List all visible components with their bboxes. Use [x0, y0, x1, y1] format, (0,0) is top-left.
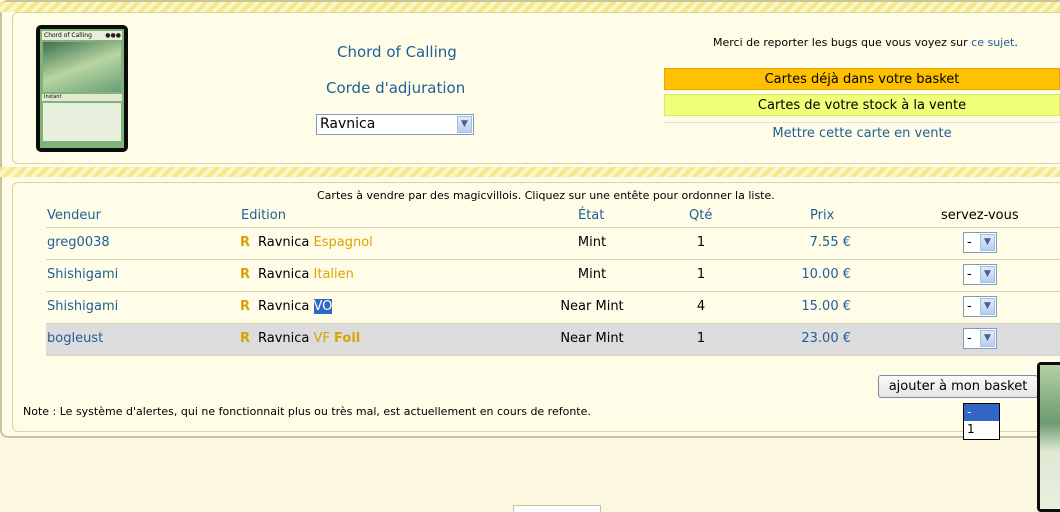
edition-name: Ravnica	[258, 235, 310, 250]
seller-link[interactable]: greg0038	[47, 235, 110, 250]
qty-cell: 1	[696, 331, 706, 346]
card-image-face: Chord of Calling ●●● Instant	[40, 29, 124, 148]
table-row: bogleust R Ravnica VF Foil Near Mint 1 2…	[46, 324, 1060, 356]
table-row: greg0038 R Ravnica Espagnol Mint 1 7.55 …	[46, 228, 1060, 260]
dropdown-option[interactable]: 1	[964, 421, 999, 438]
card-art	[43, 42, 121, 92]
card-preview-face	[1040, 365, 1060, 509]
qty-cell: 4	[696, 299, 706, 314]
rare-rarity-icon: R	[240, 235, 251, 250]
chevron-down-icon[interactable]: ▼	[980, 266, 995, 283]
rare-rarity-icon: R	[240, 299, 251, 314]
table-caption: Cartes à vendre par des magicvillois. Cl…	[317, 189, 775, 202]
card-preview-popup	[1037, 362, 1060, 512]
condition-cell: Mint	[577, 267, 607, 282]
language-label: VO	[313, 299, 333, 314]
header-edition[interactable]: Edition	[241, 208, 286, 223]
edition-select-value: Ravnica	[320, 116, 376, 132]
quantity-select-value: -	[967, 299, 972, 314]
table-row: Shishigami R Ravnica VO Near Mint 4 15.0…	[46, 292, 1060, 324]
condition-cell: Mint	[577, 235, 607, 250]
card-name-french: Corde d'adjuration	[326, 79, 466, 97]
card-image[interactable]: Chord of Calling ●●● Instant	[36, 25, 128, 152]
qty-cell: 1	[696, 267, 706, 282]
edition-name: Ravnica	[258, 331, 310, 346]
edition-name: Ravnica	[258, 299, 310, 314]
price-cell: 7.55 €	[809, 235, 851, 250]
price-cell: 10.00 €	[801, 267, 851, 282]
bug-report-text: Merci de reporter les bugs que vous voye…	[713, 36, 972, 49]
seller-link[interactable]: bogleust	[47, 331, 103, 346]
chevron-down-icon[interactable]: ▼	[980, 330, 995, 347]
header-condition[interactable]: État	[578, 208, 604, 223]
header-serve: servez-vous	[941, 208, 1019, 223]
quantity-dropdown-list[interactable]: - 1	[963, 403, 1000, 440]
edition-name: Ravnica	[258, 267, 310, 282]
table-row: Shishigami R Ravnica Italien Mint 1 10.0…	[46, 260, 1060, 292]
language-label: VF	[313, 331, 330, 346]
chevron-down-icon[interactable]: ▼	[980, 234, 995, 251]
seller-link[interactable]: Shishigami	[47, 299, 118, 314]
language-label: Espagnol	[313, 235, 373, 250]
card-rules-text	[43, 103, 121, 141]
price-cell: 23.00 €	[801, 331, 851, 346]
edition-cell: Ravnica VO	[258, 299, 333, 314]
rare-rarity-icon: R	[240, 331, 251, 346]
bug-report-link[interactable]: ce sujet	[971, 36, 1014, 49]
quantity-select[interactable]: - ▼	[963, 296, 997, 317]
card-image-type: Instant	[42, 94, 122, 101]
dropdown-option[interactable]: -	[964, 404, 999, 421]
chevron-down-icon[interactable]: ▼	[980, 298, 995, 315]
header-seller[interactable]: Vendeur	[47, 208, 101, 223]
edition-select[interactable]: Ravnica ▼	[316, 114, 474, 135]
quantity-select[interactable]: - ▼	[963, 232, 997, 253]
rare-rarity-icon: R	[240, 267, 251, 282]
sell-card-link[interactable]: Mettre cette carte en vente	[664, 122, 1060, 144]
edition-cell: Ravnica VF Foil	[258, 331, 360, 346]
bug-report-notice: Merci de reporter les bugs que vous voye…	[713, 36, 1018, 49]
price-cell: 15.00 €	[801, 299, 851, 314]
basket-cards-button[interactable]: Cartes déjà dans votre basket	[664, 68, 1060, 90]
condition-cell: Near Mint	[560, 331, 624, 346]
header-qty[interactable]: Qté	[689, 208, 712, 223]
top-stripe	[0, 2, 1060, 12]
seller-link[interactable]: Shishigami	[47, 267, 118, 282]
bug-report-end: .	[1014, 36, 1018, 49]
qty-cell: 1	[696, 235, 706, 250]
chevron-down-icon[interactable]: ▼	[457, 116, 472, 133]
header-price[interactable]: Prix	[810, 208, 834, 223]
card-name-english: Chord of Calling	[337, 43, 457, 61]
quantity-select[interactable]: - ▼	[963, 328, 997, 349]
condition-cell: Near Mint	[560, 299, 624, 314]
quantity-select-value: -	[967, 331, 972, 346]
stock-cards-button[interactable]: Cartes de votre stock à la vente	[664, 94, 1060, 116]
quantity-select-value: -	[967, 267, 972, 282]
add-to-basket-button[interactable]: ajouter à mon basket	[878, 375, 1038, 398]
alerts-note: Note : Le système d'alertes, qui ne fonc…	[23, 405, 591, 418]
edition-cell: Ravnica Espagnol	[258, 235, 373, 250]
language-label: Italien	[313, 267, 354, 282]
quantity-select-value: -	[967, 235, 972, 250]
quantity-select[interactable]: - ▼	[963, 264, 997, 285]
mana-cost-icon: ●●●	[105, 32, 121, 39]
middle-stripe	[0, 167, 1060, 177]
foil-label: Foil	[334, 331, 361, 346]
edition-cell: Ravnica Italien	[258, 267, 354, 282]
